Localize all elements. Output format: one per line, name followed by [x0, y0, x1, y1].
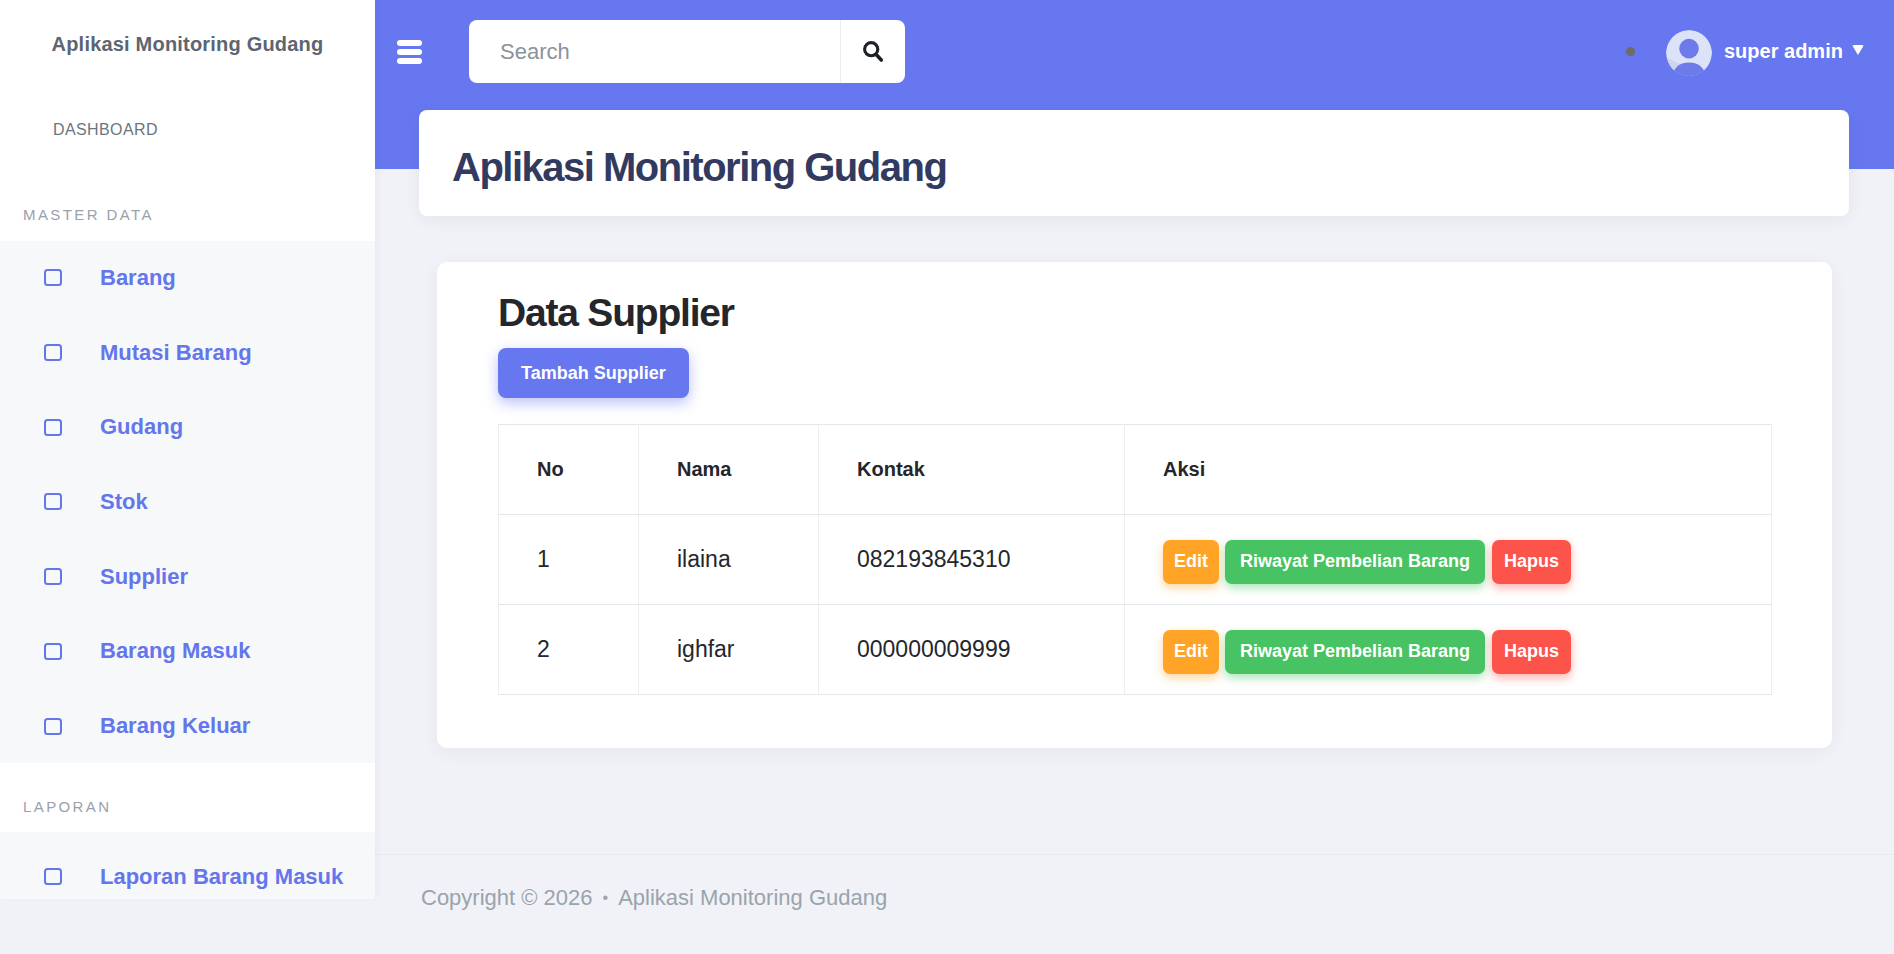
tambah-supplier-button[interactable]: Tambah Supplier — [498, 348, 689, 398]
footer: Copyright © 2026•Aplikasi Monitoring Gud… — [375, 854, 1894, 911]
table-row: 1 ilaina 082193845310 EditRiwayat Pembel… — [499, 515, 1772, 605]
sidebar-item-stok[interactable]: Stok — [0, 465, 375, 540]
chevron-down-icon[interactable] — [1852, 45, 1864, 55]
sidebar-item-barang-keluar[interactable]: Barang Keluar — [0, 689, 375, 764]
column-header-no: No — [499, 425, 639, 515]
sidebar-item-barang-masuk[interactable]: Barang Masuk — [0, 614, 375, 689]
data-supplier-card: Data Supplier Tambah Supplier No Nama Ko… — [437, 262, 1832, 748]
hapus-button[interactable]: Hapus — [1492, 630, 1571, 674]
sidebar-item-dashboard[interactable]: DASHBOARD — [0, 88, 375, 172]
cell-no: 2 — [499, 605, 639, 695]
search-input[interactable] — [469, 20, 840, 83]
square-icon — [44, 718, 62, 735]
sidebar-section-header-master-data: MASTER DATA — [0, 172, 375, 241]
square-icon — [44, 419, 62, 436]
square-icon — [44, 868, 62, 885]
avatar[interactable] — [1666, 30, 1712, 76]
edit-button[interactable]: Edit — [1163, 630, 1219, 674]
hapus-button[interactable]: Hapus — [1492, 540, 1571, 584]
sidebar-menu-master-data: Barang Mutasi Barang Gudang Stok Supplie… — [0, 241, 375, 764]
user-name-label: super admin — [1724, 40, 1843, 63]
footer-bullet: • — [603, 889, 609, 907]
cell-kontak: 000000009999 — [819, 605, 1125, 695]
cell-nama: ighfar — [639, 605, 819, 695]
search-button[interactable] — [840, 20, 905, 83]
sidebar-brand[interactable]: Aplikasi Monitoring Gudang — [0, 0, 375, 88]
hamburger-menu-icon[interactable] — [397, 40, 422, 64]
square-icon — [44, 344, 62, 361]
cell-aksi: EditRiwayat Pembelian BarangHapus — [1125, 515, 1772, 605]
column-header-nama: Nama — [639, 425, 819, 515]
cell-aksi: EditRiwayat Pembelian BarangHapus — [1125, 605, 1772, 695]
user-avatar-icon — [1666, 30, 1712, 76]
notification-dot-icon[interactable] — [1626, 47, 1635, 56]
sidebar-brand-label: Aplikasi Monitoring Gudang — [52, 33, 324, 56]
supplier-table: No Nama Kontak Aksi 1 ilaina 08219384531… — [498, 424, 1772, 695]
column-header-aksi: Aksi — [1125, 425, 1772, 515]
sidebar: Aplikasi Monitoring Gudang DASHBOARD MAS… — [0, 0, 375, 897]
sidebar-item-laporan-barang-masuk[interactable]: Laporan Barang Masuk — [0, 832, 375, 899]
square-icon — [44, 493, 62, 510]
page-title: Aplikasi Monitoring Gudang — [452, 145, 946, 190]
sidebar-dashboard-label: DASHBOARD — [53, 121, 158, 139]
footer-text: Copyright © 2026•Aplikasi Monitoring Gud… — [421, 885, 887, 910]
search-bar — [469, 20, 905, 83]
sidebar-item-supplier[interactable]: Supplier — [0, 539, 375, 614]
page-header-card: Aplikasi Monitoring Gudang — [419, 110, 1849, 216]
cell-kontak: 082193845310 — [819, 515, 1125, 605]
cell-nama: ilaina — [639, 515, 819, 605]
column-header-kontak: Kontak — [819, 425, 1125, 515]
user-menu[interactable]: super admin — [1724, 0, 1843, 103]
edit-button[interactable]: Edit — [1163, 540, 1219, 584]
square-icon — [44, 568, 62, 585]
search-icon — [862, 40, 884, 63]
table-header-row: No Nama Kontak Aksi — [499, 425, 1772, 515]
riwayat-pembelian-button[interactable]: Riwayat Pembelian Barang — [1225, 630, 1485, 674]
sidebar-item-mutasi-barang[interactable]: Mutasi Barang — [0, 315, 375, 390]
square-icon — [44, 269, 62, 286]
card-title: Data Supplier — [498, 293, 1771, 332]
riwayat-pembelian-button[interactable]: Riwayat Pembelian Barang — [1225, 540, 1485, 584]
sidebar-item-gudang[interactable]: Gudang — [0, 390, 375, 465]
sidebar-section-header-laporan: LAPORAN — [0, 763, 375, 832]
square-icon — [44, 643, 62, 660]
table-row: 2 ighfar 000000009999 EditRiwayat Pembel… — [499, 605, 1772, 695]
cell-no: 1 — [499, 515, 639, 605]
sidebar-item-barang[interactable]: Barang — [0, 241, 375, 316]
sidebar-menu-laporan: Laporan Barang Masuk — [0, 832, 375, 899]
